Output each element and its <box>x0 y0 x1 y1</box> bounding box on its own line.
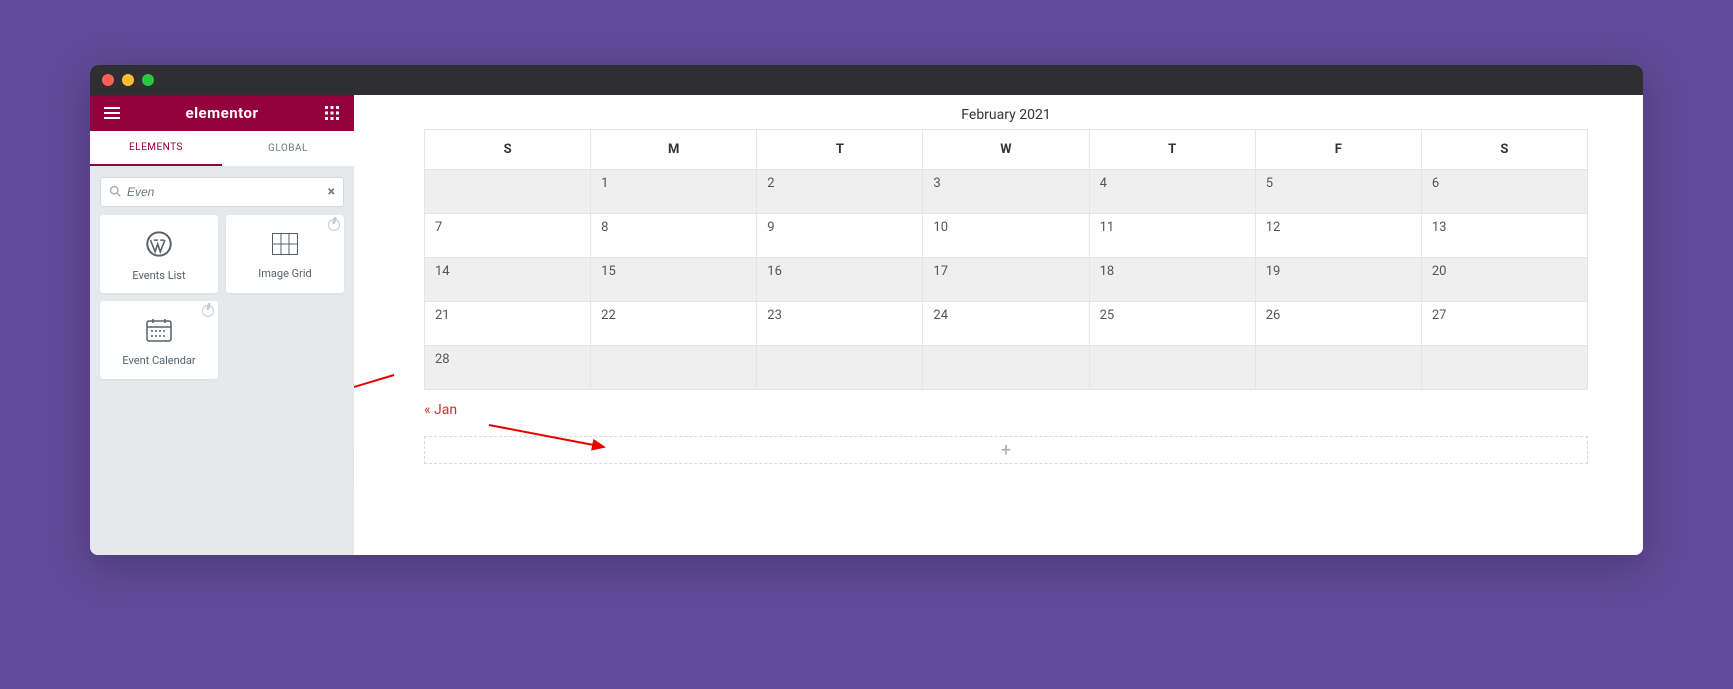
calendar-cell[interactable]: 7 <box>425 214 591 258</box>
wordpress-icon <box>146 231 172 261</box>
calendar-cell[interactable]: 24 <box>923 302 1089 346</box>
widget-label: Event Calendar <box>122 354 195 367</box>
calendar-cell[interactable]: 13 <box>1421 214 1587 258</box>
widget-event-calendar[interactable]: Event Calendar <box>100 301 218 379</box>
calendar-icon <box>146 318 172 346</box>
calendar-cell[interactable] <box>757 346 923 390</box>
calendar-cell[interactable]: 26 <box>1255 302 1421 346</box>
widgets-grid: Events List Image Grid <box>90 215 354 389</box>
widget-label: Events List <box>132 269 185 282</box>
calendar-row: 123456 <box>425 170 1588 214</box>
calendar-cell[interactable]: 25 <box>1089 302 1255 346</box>
elementor-editor: elementor ELEMENTS GLOBAL × <box>90 95 1643 555</box>
widget-image-grid[interactable]: Image Grid <box>226 215 344 293</box>
browser-window: elementor ELEMENTS GLOBAL × <box>90 65 1643 555</box>
calendar-header-row: S M T W T F S <box>425 130 1588 170</box>
widget-label: Image Grid <box>258 267 311 280</box>
calendar-cell[interactable]: 12 <box>1255 214 1421 258</box>
calendar-row: 28 <box>425 346 1588 390</box>
calendar-cell[interactable]: 5 <box>1255 170 1421 214</box>
menu-button[interactable] <box>100 101 124 125</box>
calendar-cell[interactable]: 6 <box>1421 170 1587 214</box>
calendar-cell[interactable]: 18 <box>1089 258 1255 302</box>
calendar-cell[interactable]: 22 <box>591 302 757 346</box>
calendar-cell[interactable] <box>425 170 591 214</box>
prev-month-link[interactable]: « Jan <box>424 402 457 418</box>
day-header: T <box>1089 130 1255 170</box>
panel-tabs: ELEMENTS GLOBAL <box>90 131 354 167</box>
calendar-title: February 2021 <box>424 107 1588 123</box>
calendar-cell[interactable] <box>591 346 757 390</box>
clear-search-button[interactable]: × <box>328 184 335 200</box>
pro-badge-icon <box>328 219 340 231</box>
calendar-cell[interactable]: 27 <box>1421 302 1587 346</box>
calendar-cell[interactable]: 19 <box>1255 258 1421 302</box>
calendar-row: 14151617181920 <box>425 258 1588 302</box>
calendar-cell[interactable] <box>1255 346 1421 390</box>
calendar-cell[interactable]: 15 <box>591 258 757 302</box>
day-header: S <box>425 130 591 170</box>
calendar-cell[interactable] <box>1089 346 1255 390</box>
calendar-cell[interactable]: 17 <box>923 258 1089 302</box>
annotation-arrow <box>354 367 404 407</box>
calendar-cell[interactable]: 28 <box>425 346 591 390</box>
brand-label: elementor <box>185 104 258 122</box>
calendar-cell[interactable]: 21 <box>425 302 591 346</box>
grid-icon <box>325 106 339 120</box>
widget-search[interactable]: × <box>100 177 344 207</box>
calendar-cell[interactable]: 14 <box>425 258 591 302</box>
day-header: S <box>1421 130 1587 170</box>
image-grid-icon <box>272 233 298 259</box>
calendar-cell[interactable] <box>923 346 1089 390</box>
calendar-cell[interactable]: 9 <box>757 214 923 258</box>
window-close-icon[interactable] <box>102 74 114 86</box>
calendar-cell[interactable]: 16 <box>757 258 923 302</box>
calendar-cell[interactable]: 10 <box>923 214 1089 258</box>
calendar-cell[interactable]: 8 <box>591 214 757 258</box>
sidebar-header: elementor <box>90 95 354 131</box>
window-titlebar <box>90 65 1643 95</box>
calendar-cell[interactable]: 4 <box>1089 170 1255 214</box>
calendar-cell[interactable]: 20 <box>1421 258 1587 302</box>
widgets-panel-button[interactable] <box>320 101 344 125</box>
calendar-cell[interactable]: 23 <box>757 302 923 346</box>
tab-elements[interactable]: ELEMENTS <box>90 131 222 166</box>
calendar-cell[interactable]: 3 <box>923 170 1089 214</box>
calendar-row: 78910111213 <box>425 214 1588 258</box>
day-header: M <box>591 130 757 170</box>
calendar-table: S M T W T F S 12345678910111213141516171… <box>424 129 1588 390</box>
calendar-cell[interactable]: 1 <box>591 170 757 214</box>
window-maximize-icon[interactable] <box>142 74 154 86</box>
search-icon <box>109 185 121 200</box>
add-section-button[interactable]: + <box>424 436 1588 464</box>
widget-events-list[interactable]: Events List <box>100 215 218 293</box>
elementor-sidebar: elementor ELEMENTS GLOBAL × <box>90 95 354 555</box>
tab-global[interactable]: GLOBAL <box>222 131 354 166</box>
plus-icon: + <box>1001 440 1011 461</box>
calendar-cell[interactable]: 11 <box>1089 214 1255 258</box>
window-minimize-icon[interactable] <box>122 74 134 86</box>
calendar-row: 21222324252627 <box>425 302 1588 346</box>
preview-area: February 2021 S M T W T F S 123456789101… <box>354 95 1643 555</box>
search-input[interactable] <box>127 185 328 199</box>
calendar-cell[interactable]: 2 <box>757 170 923 214</box>
calendar-cell[interactable] <box>1421 346 1587 390</box>
day-header: F <box>1255 130 1421 170</box>
day-header: W <box>923 130 1089 170</box>
pro-badge-icon <box>202 305 214 317</box>
hamburger-icon <box>104 107 120 119</box>
day-header: T <box>757 130 923 170</box>
